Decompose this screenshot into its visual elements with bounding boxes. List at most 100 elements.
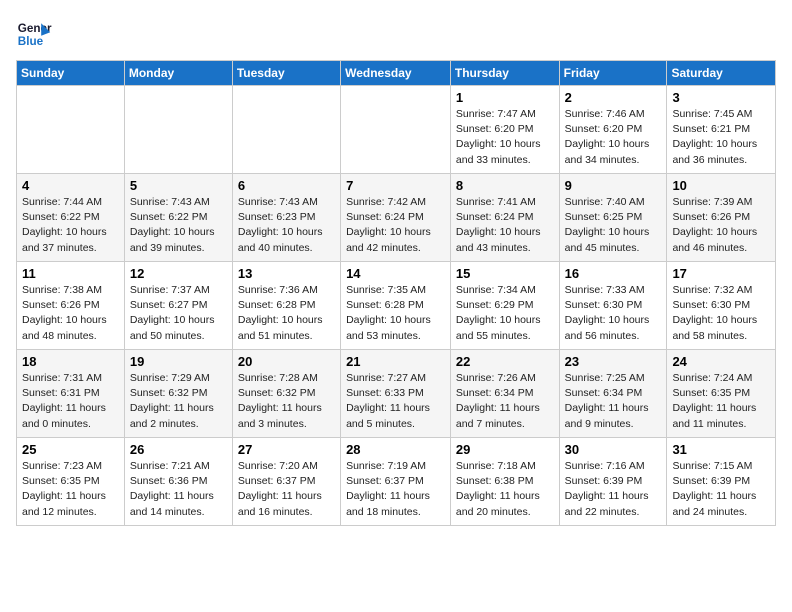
calendar-cell	[232, 86, 340, 174]
day-number: 21	[346, 354, 445, 369]
calendar-cell: 27 Sunrise: 7:20 AMSunset: 6:37 PMDayligh…	[232, 438, 340, 526]
col-header-friday: Friday	[559, 61, 667, 86]
day-info: Sunrise: 7:21 AMSunset: 6:36 PMDaylight:…	[130, 459, 227, 520]
calendar-cell: 28Sunrise: 7:19 AMSunset: 6:37 PMDayligh…	[341, 438, 451, 526]
col-header-wednesday: Wednesday	[341, 61, 451, 86]
day-info: Sunrise: 7:23 AMSunset: 6:35 PMDaylight:…	[22, 459, 119, 520]
day-number: 17	[672, 266, 770, 281]
svg-text:Blue: Blue	[18, 35, 44, 48]
calendar-cell: 23 Sunrise: 7:25 AMSunset: 6:34 PMDayligh…	[559, 350, 667, 438]
day-number: 30	[565, 442, 662, 457]
calendar-cell: 19 Sunrise: 7:29 AMSunset: 6:32 PMDayligh…	[124, 350, 232, 438]
day-number: 5	[130, 178, 227, 193]
day-info: Sunrise: 7:43 AMSunset: 6:23 PMDaylight:…	[238, 195, 335, 256]
page-header: General Blue	[16, 16, 776, 52]
day-number: 8	[456, 178, 554, 193]
calendar-table: SundayMondayTuesdayWednesdayThursdayFrid…	[16, 60, 776, 526]
calendar-cell: 20 Sunrise: 7:28 AMSunset: 6:32 PMDayligh…	[232, 350, 340, 438]
day-info: Sunrise: 7:45 AMSunset: 6:21 PMDaylight:…	[672, 107, 770, 168]
day-info: Sunrise: 7:38 AMSunset: 6:26 PMDaylight:…	[22, 283, 119, 344]
day-number: 31	[672, 442, 770, 457]
calendar-cell: 9Sunrise: 7:40 AMSunset: 6:25 PMDaylight…	[559, 174, 667, 262]
col-header-monday: Monday	[124, 61, 232, 86]
day-info: Sunrise: 7:31 AMSunset: 6:31 PMDaylight:…	[22, 371, 119, 432]
day-number: 16	[565, 266, 662, 281]
calendar-cell: 21 Sunrise: 7:27 AMSunset: 6:33 PMDayligh…	[341, 350, 451, 438]
calendar-cell: 8 Sunrise: 7:41 AMSunset: 6:24 PMDaylight…	[450, 174, 559, 262]
week-row-2: 4Sunrise: 7:44 AMSunset: 6:22 PMDaylight…	[17, 174, 776, 262]
calendar-cell: 18 Sunrise: 7:31 AMSunset: 6:31 PMDayligh…	[17, 350, 125, 438]
calendar-cell: 2 Sunrise: 7:46 AMSunset: 6:20 PMDaylight…	[559, 86, 667, 174]
day-number: 26	[130, 442, 227, 457]
day-info: Sunrise: 7:42 AMSunset: 6:24 PMDaylight:…	[346, 195, 445, 256]
col-header-sunday: Sunday	[17, 61, 125, 86]
day-info: Sunrise: 7:29 AMSunset: 6:32 PMDaylight:…	[130, 371, 227, 432]
day-info: Sunrise: 7:27 AMSunset: 6:33 PMDaylight:…	[346, 371, 445, 432]
day-number: 12	[130, 266, 227, 281]
day-number: 7	[346, 178, 445, 193]
week-row-1: 1 Sunrise: 7:47 AMSunset: 6:20 PMDaylight…	[17, 86, 776, 174]
day-number: 27	[238, 442, 335, 457]
calendar-cell	[124, 86, 232, 174]
col-header-saturday: Saturday	[667, 61, 776, 86]
day-info: Sunrise: 7:26 AMSunset: 6:34 PMDaylight:…	[456, 371, 554, 432]
day-number: 19	[130, 354, 227, 369]
day-number: 24	[672, 354, 770, 369]
day-number: 13	[238, 266, 335, 281]
calendar-header-row: SundayMondayTuesdayWednesdayThursdayFrid…	[17, 61, 776, 86]
day-number: 6	[238, 178, 335, 193]
day-info: Sunrise: 7:37 AMSunset: 6:27 PMDaylight:…	[130, 283, 227, 344]
calendar-cell: 1 Sunrise: 7:47 AMSunset: 6:20 PMDaylight…	[450, 86, 559, 174]
day-info: Sunrise: 7:43 AMSunset: 6:22 PMDaylight:…	[130, 195, 227, 256]
day-info: Sunrise: 7:44 AMSunset: 6:22 PMDaylight:…	[22, 195, 119, 256]
day-number: 15	[456, 266, 554, 281]
calendar-cell: 6 Sunrise: 7:43 AMSunset: 6:23 PMDaylight…	[232, 174, 340, 262]
col-header-tuesday: Tuesday	[232, 61, 340, 86]
day-info: Sunrise: 7:16 AMSunset: 6:39 PMDaylight:…	[565, 459, 662, 520]
day-number: 3	[672, 90, 770, 105]
calendar-cell: 11 Sunrise: 7:38 AMSunset: 6:26 PMDayligh…	[17, 262, 125, 350]
day-info: Sunrise: 7:47 AMSunset: 6:20 PMDaylight:…	[456, 107, 554, 168]
day-number: 14	[346, 266, 445, 281]
calendar-cell: 29 Sunrise: 7:18 AMSunset: 6:38 PMDayligh…	[450, 438, 559, 526]
logo: General Blue	[16, 16, 56, 52]
calendar-cell: 26 Sunrise: 7:21 AMSunset: 6:36 PMDayligh…	[124, 438, 232, 526]
calendar-cell: 24Sunrise: 7:24 AMSunset: 6:35 PMDayligh…	[667, 350, 776, 438]
calendar-cell: 17 Sunrise: 7:32 AMSunset: 6:30 PMDayligh…	[667, 262, 776, 350]
calendar-cell: 12 Sunrise: 7:37 AMSunset: 6:27 PMDayligh…	[124, 262, 232, 350]
calendar-cell: 25Sunrise: 7:23 AMSunset: 6:35 PMDayligh…	[17, 438, 125, 526]
day-info: Sunrise: 7:39 AMSunset: 6:26 PMDaylight:…	[672, 195, 770, 256]
day-info: Sunrise: 7:18 AMSunset: 6:38 PMDaylight:…	[456, 459, 554, 520]
day-info: Sunrise: 7:19 AMSunset: 6:37 PMDaylight:…	[346, 459, 445, 520]
day-number: 9	[565, 178, 662, 193]
calendar-cell: 16 Sunrise: 7:33 AMSunset: 6:30 PMDayligh…	[559, 262, 667, 350]
calendar-cell	[341, 86, 451, 174]
day-info: Sunrise: 7:25 AMSunset: 6:34 PMDaylight:…	[565, 371, 662, 432]
day-number: 20	[238, 354, 335, 369]
day-info: Sunrise: 7:32 AMSunset: 6:30 PMDaylight:…	[672, 283, 770, 344]
day-info: Sunrise: 7:20 AMSunset: 6:37 PMDaylight:…	[238, 459, 335, 520]
week-row-5: 25Sunrise: 7:23 AMSunset: 6:35 PMDayligh…	[17, 438, 776, 526]
calendar-cell: 13 Sunrise: 7:36 AMSunset: 6:28 PMDayligh…	[232, 262, 340, 350]
day-info: Sunrise: 7:28 AMSunset: 6:32 PMDaylight:…	[238, 371, 335, 432]
calendar-cell: 22 Sunrise: 7:26 AMSunset: 6:34 PMDayligh…	[450, 350, 559, 438]
day-number: 1	[456, 90, 554, 105]
day-info: Sunrise: 7:41 AMSunset: 6:24 PMDaylight:…	[456, 195, 554, 256]
day-info: Sunrise: 7:33 AMSunset: 6:30 PMDaylight:…	[565, 283, 662, 344]
day-info: Sunrise: 7:46 AMSunset: 6:20 PMDaylight:…	[565, 107, 662, 168]
day-number: 18	[22, 354, 119, 369]
day-info: Sunrise: 7:36 AMSunset: 6:28 PMDaylight:…	[238, 283, 335, 344]
calendar-cell: 30 Sunrise: 7:16 AMSunset: 6:39 PMDayligh…	[559, 438, 667, 526]
day-number: 2	[565, 90, 662, 105]
calendar-cell: 5 Sunrise: 7:43 AMSunset: 6:22 PMDaylight…	[124, 174, 232, 262]
day-number: 11	[22, 266, 119, 281]
calendar-cell	[17, 86, 125, 174]
day-number: 23	[565, 354, 662, 369]
calendar-cell: 7 Sunrise: 7:42 AMSunset: 6:24 PMDaylight…	[341, 174, 451, 262]
week-row-4: 18 Sunrise: 7:31 AMSunset: 6:31 PMDayligh…	[17, 350, 776, 438]
week-row-3: 11 Sunrise: 7:38 AMSunset: 6:26 PMDayligh…	[17, 262, 776, 350]
day-number: 29	[456, 442, 554, 457]
day-number: 22	[456, 354, 554, 369]
calendar-cell: 14Sunrise: 7:35 AMSunset: 6:28 PMDayligh…	[341, 262, 451, 350]
calendar-cell: 31Sunrise: 7:15 AMSunset: 6:39 PMDayligh…	[667, 438, 776, 526]
